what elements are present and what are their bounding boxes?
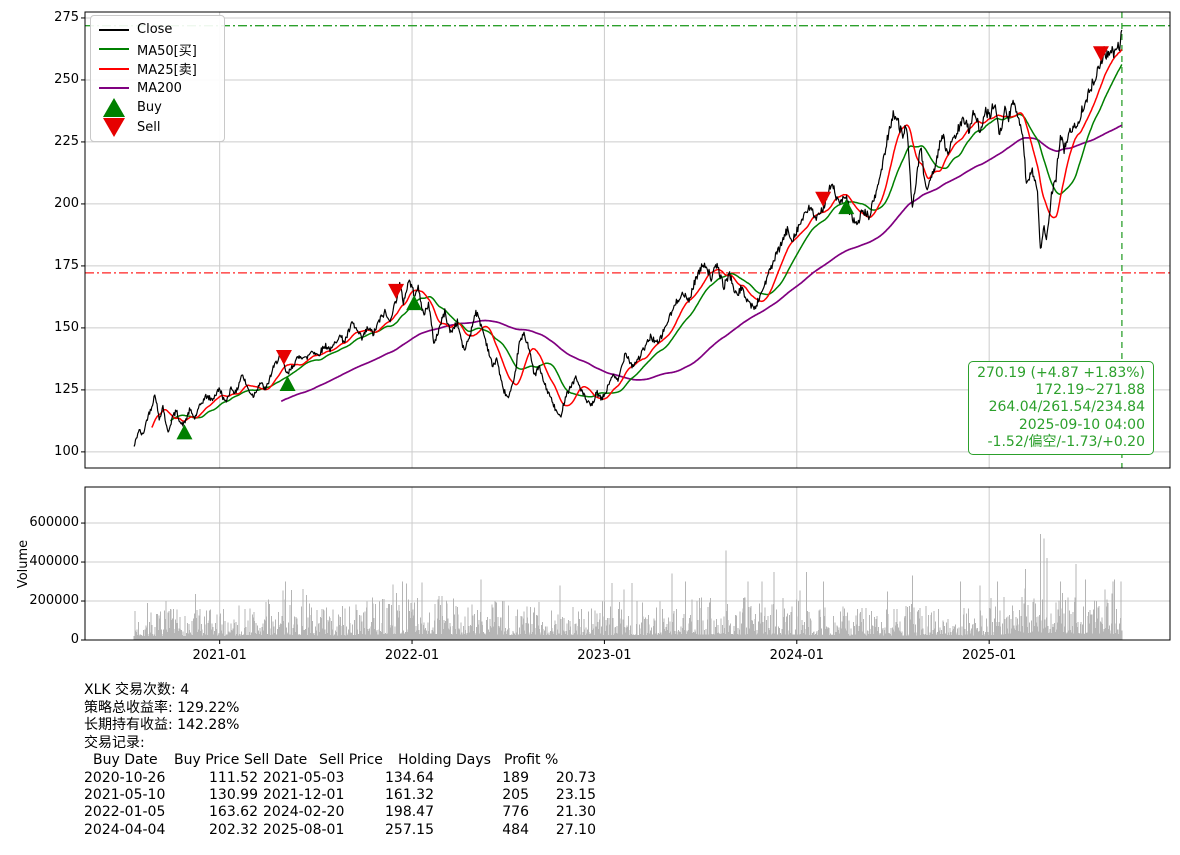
trade-count-line: XLK 交易次数: 4 (84, 682, 190, 698)
trade-cell: 2022-01-05 (84, 804, 166, 821)
volume-axis-tick: 600000 (29, 515, 79, 531)
trade-cell: 2025-08-01 (263, 821, 345, 838)
sell-triangle-icon (98, 117, 130, 138)
legend-label: MA50[买] (137, 43, 197, 59)
annotation-date-line: 2025-09-10 04:00 (1018, 416, 1145, 433)
volume-axis-label: Volume (16, 539, 31, 589)
trade-table-header: Buy Date Buy Price Sell Date Sell Price Hold… (84, 752, 596, 770)
trade-cell: 163.62 (209, 804, 258, 821)
trade-col-header: Sell Price (319, 752, 383, 769)
trade-row: 2024-04-04 202.32 2025-08-01 257.15 484 27.10 (84, 822, 596, 839)
legend-item-ma200: MA200 (98, 79, 216, 99)
trade-col-header: Holding Days (398, 752, 491, 769)
trade-cell: 257.15 (385, 821, 434, 838)
trade-row: 2020-10-26 111.52 2021-05-03 134.64 189 20.73 (84, 770, 596, 787)
trade-col-header: Profit % (504, 752, 559, 769)
ma50-line-sample-icon (98, 40, 130, 60)
annotation-range-line: 172.19~271.88 (1035, 382, 1145, 399)
last-quote-annotation: 270.19 (+4.87 +1.83%) 172.19~271.88 264.… (968, 361, 1154, 456)
trade-cell: 198.47 (385, 804, 434, 821)
legend-item-ma50: MA50[买] (98, 40, 216, 60)
annotation-ma-line: 264.04/261.54/234.84 (988, 399, 1145, 416)
ma200-line-sample-icon (98, 79, 130, 99)
trade-row: 2021-05-10 130.99 2021-12-01 161.32 205 23.15 (84, 787, 596, 804)
annotation-price-line: 270.19 (+4.87 +1.83%) (977, 365, 1145, 381)
close-line-sample-icon (98, 20, 130, 40)
trade-cell: 484 (502, 821, 529, 838)
date-axis-tick: 2021-01 (192, 648, 247, 663)
legend-item-ma25: MA25[卖] (98, 59, 216, 79)
trade-cell: 23.15 (555, 787, 596, 804)
volume-axis-tick: 400000 (29, 554, 79, 570)
date-axis-tick: 2023-01 (577, 648, 632, 663)
trade-cell: 776 (502, 804, 529, 821)
date-axis-tick: 2024-01 (769, 648, 824, 663)
trade-cell: 205 (502, 787, 529, 804)
buyhold-return-line: 长期持有收益: 142.28% (84, 717, 240, 734)
figure: 100 125 150 175 200 225 250 275 0 200000 400000 600… (0, 0, 1180, 855)
trade-cell: 2021-12-01 (263, 787, 345, 804)
legend-label: Close (137, 22, 173, 38)
legend-label: MA200 (137, 80, 182, 96)
trade-col-header: Buy Price (174, 752, 240, 769)
legend-item-close: Close (98, 20, 216, 40)
legend-label: MA25[卖] (137, 63, 197, 79)
legend-label: Sell (137, 119, 161, 135)
strategy-return-line: 策略总收益率: 129.22% (84, 699, 240, 716)
trade-cell: 2021-05-10 (84, 787, 166, 804)
trade-cell: 2024-02-20 (263, 804, 345, 821)
trade-col-header: Buy Date (93, 752, 158, 769)
annotation-signal-line: -1.52/偏空/-1.73/+0.20 (987, 433, 1146, 450)
ma25-line-sample-icon (98, 59, 130, 79)
volume-axis-tick: 200000 (29, 593, 79, 609)
price-axis-tick: 150 (54, 319, 79, 335)
legend-item-sell: Sell (98, 117, 216, 138)
legend-label: Buy (137, 100, 162, 116)
price-axis-tick: 175 (54, 257, 79, 273)
trade-cell: 111.52 (209, 769, 258, 786)
trade-cell: 2021-05-03 (263, 769, 345, 786)
trade-cell: 202.32 (209, 821, 258, 838)
trade-log-title: 交易记录: (84, 734, 145, 751)
legend: Close MA50[买] MA25[卖] MA200 Buy Sell (90, 15, 225, 142)
trade-cell: 130.99 (209, 787, 258, 804)
strategy-stats: XLK 交易次数: 4 策略总收益率: 129.22% 长期持有收益: 142.… (84, 682, 596, 839)
trade-cell: 134.64 (385, 769, 434, 786)
date-axis-tick: 2022-01 (384, 648, 440, 663)
trade-cell: 189 (502, 769, 529, 786)
trade-cell: 21.30 (555, 804, 596, 821)
date-axis-tick: 2025-01 (961, 648, 1017, 663)
price-axis-tick: 125 (54, 381, 79, 397)
trade-row: 2022-01-05 163.62 2024-02-20 198.47 776 21.30 (84, 804, 596, 821)
trade-cell: 27.10 (555, 821, 596, 838)
trade-cell: 20.73 (555, 769, 596, 786)
legend-item-buy: Buy (98, 98, 216, 118)
trade-table: 2020-10-26 111.52 2021-05-03 134.64 189 20.73… (84, 770, 596, 839)
trade-cell: 2024-04-04 (84, 821, 166, 838)
price-axis-tick: 275 (54, 9, 79, 25)
price-axis-tick: 225 (54, 133, 79, 149)
price-axis-tick: 200 (54, 195, 79, 211)
buy-triangle-icon (98, 98, 130, 118)
trade-cell: 2020-10-26 (84, 769, 166, 786)
price-axis-tick: 250 (54, 71, 79, 87)
volume-axis-tick: 0 (70, 632, 79, 647)
price-axis-tick: 100 (54, 443, 79, 459)
trade-col-header: Sell Date (244, 752, 308, 769)
trade-cell: 161.32 (385, 787, 434, 804)
